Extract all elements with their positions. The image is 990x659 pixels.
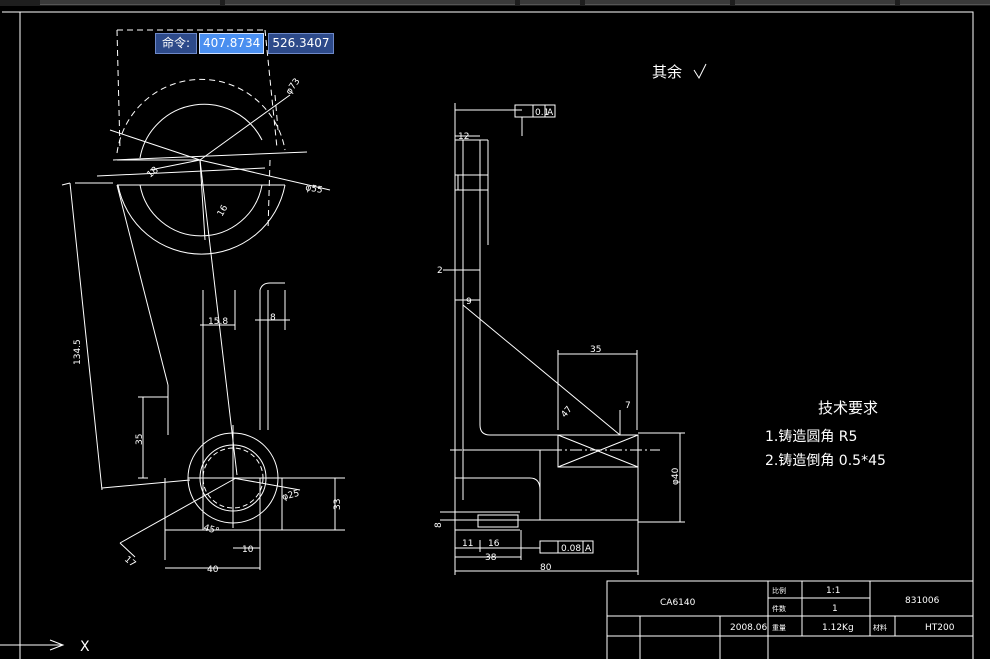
dim-9: 9 <box>466 297 472 307</box>
command-label: 命令: <box>155 33 198 54</box>
dim-r: 16 <box>216 203 231 218</box>
scale-label: 比例 <box>772 586 786 595</box>
title-block-text: CA6140 比例 1:1 件数 1 831006 2008.06 重量 1.1… <box>660 586 955 633</box>
tech-req-title: 技术要求 <box>818 399 878 417</box>
surface-finish-note: 其余 <box>652 63 682 81</box>
gdt2-datum-a: A <box>585 544 592 554</box>
qty-label: 件数 <box>772 604 786 613</box>
coordinate-x-input[interactable]: 407.8734 <box>199 33 265 54</box>
dim-8: 8 <box>270 313 276 323</box>
gdt-datum-a: A <box>547 108 554 118</box>
dim-7: 7 <box>625 401 631 411</box>
toolbar-segment[interactable] <box>225 0 515 5</box>
dim-16-r: 16 <box>488 539 500 549</box>
dim-40: 40 <box>207 565 219 575</box>
gdt-0-08: 0.08 <box>561 544 581 554</box>
qty-value: 1 <box>832 604 838 614</box>
dim-r55: φ55 <box>304 183 323 196</box>
dim-11: 11 <box>462 539 473 549</box>
toolbar-segment[interactable] <box>900 0 990 5</box>
dim-phi40: φ40 <box>671 467 681 485</box>
right-view-dimensions: 0.1 A 12 2 9 35 7 47 φ40 11 16 38 80 8 0… <box>434 108 681 573</box>
dim-47: 47 <box>560 405 575 420</box>
part-name: CA6140 <box>660 598 696 608</box>
drawing-canvas[interactable]: φ73 φ55 18 16 134.5 15.8 8 35 φ25 33 45°… <box>0 6 990 659</box>
dim-10: 10 <box>242 545 254 555</box>
dim-12: 12 <box>458 132 469 142</box>
dynamic-input-tooltip[interactable]: 命令: 407.8734 526.3407 <box>155 33 334 54</box>
coordinate-y-input[interactable]: 526.3407 <box>268 33 334 54</box>
weight-value: 1.12Kg <box>822 623 854 633</box>
dim-15-8: 15.8 <box>208 317 228 327</box>
ucs-x-label: X <box>80 639 90 655</box>
tech-req-item-2: 2.铸造倒角 0.5*45 <box>765 453 886 469</box>
weight-label: 重量 <box>772 624 786 632</box>
dim-8-r: 8 <box>434 522 444 528</box>
toolbar-segment[interactable] <box>520 0 580 5</box>
tech-req-item-1: 1.铸造圆角 R5 <box>765 429 857 445</box>
dim-35-r: 35 <box>590 345 601 355</box>
dim-134-5: 134.5 <box>73 339 83 365</box>
dim-18: 18 <box>146 165 161 180</box>
dim-33: 33 <box>333 499 343 510</box>
drawing-border <box>19 11 974 659</box>
dim-80: 80 <box>540 563 552 573</box>
dim-35: 35 <box>135 434 145 445</box>
notes: 其余 技术要求 1.铸造圆角 R5 2.铸造倒角 0.5*45 <box>652 63 886 469</box>
material-value: HT200 <box>925 623 955 633</box>
drawing-number: 831006 <box>905 596 940 606</box>
roughness-symbol-icon <box>693 63 707 80</box>
toolbar-segment[interactable] <box>735 0 895 5</box>
date: 2008.06 <box>730 623 767 633</box>
dim-38: 38 <box>485 553 497 563</box>
dim-r73: φ73 <box>284 77 302 97</box>
dim-45deg: 45° <box>202 523 220 537</box>
scale-value: 1:1 <box>826 586 840 596</box>
material-label: 材料 <box>873 623 887 632</box>
left-view <box>61 29 345 570</box>
ucs-icon <box>0 639 65 651</box>
toolbar-segment[interactable] <box>40 0 220 5</box>
toolbar-segment[interactable] <box>585 0 730 5</box>
right-view <box>440 103 685 575</box>
dim-2: 2 <box>437 266 443 276</box>
dim-r25: φ25 <box>281 489 300 503</box>
title-block <box>606 580 974 659</box>
